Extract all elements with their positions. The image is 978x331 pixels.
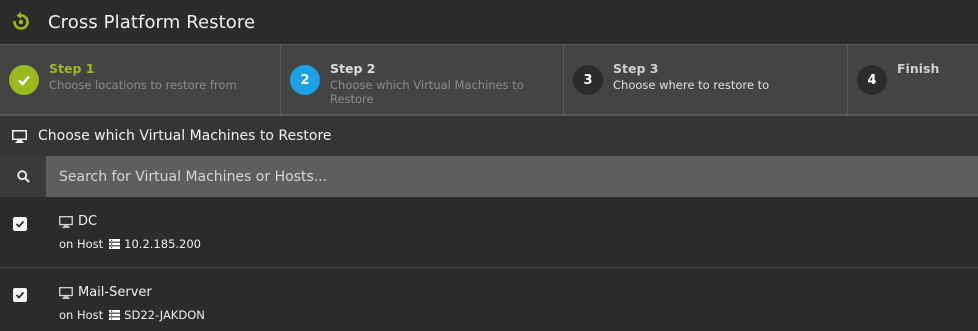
monitor-icon: [59, 215, 73, 228]
host-prefix: on Host: [59, 308, 104, 322]
vm-name: DC: [78, 214, 98, 229]
vm-list: DC on Host 10.2.185.200 Mail-Server on H…: [0, 197, 978, 331]
search-bar: [0, 156, 978, 197]
step-1[interactable]: Step 1 Choose locations to restore from: [0, 45, 281, 114]
step-1-title: Step 1: [49, 61, 95, 76]
checkmark-icon: [15, 291, 25, 299]
vm-checkbox[interactable]: [13, 288, 27, 302]
page-title: Cross Platform Restore: [48, 11, 256, 33]
step-4-title: Finish: [897, 61, 940, 76]
vm-checkbox[interactable]: [13, 217, 27, 231]
step-3[interactable]: 3 Step 3 Choose where to restore to: [564, 45, 848, 114]
step-2[interactable]: 2 Step 2 Choose which Virtual Machines t…: [281, 45, 564, 114]
server-icon: [109, 239, 121, 249]
title-bar: Cross Platform Restore: [0, 0, 978, 44]
server-icon: [109, 310, 121, 320]
search-button[interactable]: [0, 156, 46, 197]
monitor-icon: [59, 286, 73, 299]
host-prefix: on Host: [59, 237, 104, 251]
search-icon: [16, 170, 30, 183]
step-3-number: 3: [573, 65, 603, 95]
vm-row[interactable]: DC on Host 10.2.185.200: [0, 197, 978, 268]
step-2-number: 2: [290, 65, 320, 95]
checkmark-icon: [9, 65, 39, 95]
step-2-description: Choose which Virtual Machines to Restore: [330, 78, 524, 106]
vm-name: Mail-Server: [78, 285, 152, 300]
step-1-description: Choose locations to restore from: [49, 78, 237, 92]
section-header: Choose which Virtual Machines to Restore: [0, 116, 978, 156]
step-finish[interactable]: 4 Finish: [848, 45, 978, 114]
wizard-stepper: Step 1 Choose locations to restore from …: [0, 44, 978, 116]
restore-icon: [11, 12, 31, 32]
monitor-icon: [12, 129, 27, 143]
host-name: SD22-JAKDON: [124, 308, 205, 322]
vm-row[interactable]: Mail-Server on Host SD22-JAKDON: [0, 268, 978, 331]
host-name: 10.2.185.200: [124, 237, 201, 251]
checkmark-icon: [15, 220, 25, 228]
step-2-title: Step 2: [330, 61, 376, 76]
step-4-number: 4: [857, 65, 887, 95]
step-3-description: Choose where to restore to: [613, 78, 770, 92]
search-input[interactable]: [46, 156, 978, 197]
section-title: Choose which Virtual Machines to Restore: [38, 128, 332, 144]
step-3-title: Step 3: [613, 61, 659, 76]
